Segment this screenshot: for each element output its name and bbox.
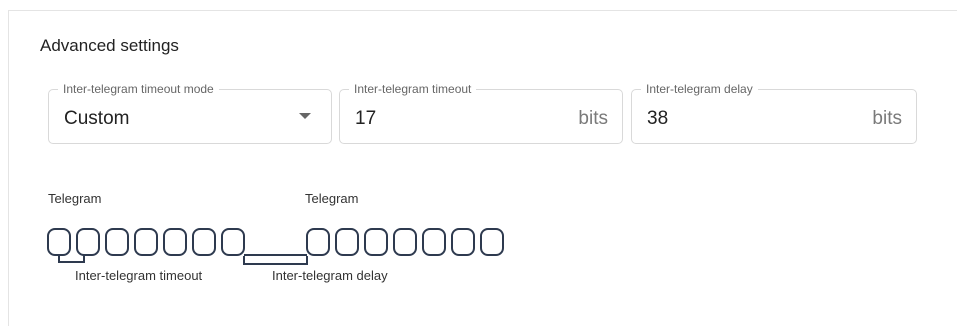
delay-bracket (243, 256, 308, 265)
telegram-2-bit (364, 228, 388, 256)
timeout-bracket (58, 255, 85, 263)
telegram-timing-diagram (47, 228, 504, 265)
telegram-1-bit (192, 228, 216, 256)
telegram-2-bit (335, 228, 359, 256)
telegram-2-bit (393, 228, 417, 256)
telegram-2-bit (422, 228, 446, 256)
telegram-1-bit (105, 228, 129, 256)
telegram-1-bit (76, 228, 100, 256)
telegram-1-bit (163, 228, 187, 256)
telegram-2-bit (480, 228, 504, 256)
telegram-2-bit (451, 228, 475, 256)
telegram-2-bit (306, 228, 330, 256)
telegram-1-bit (134, 228, 158, 256)
telegram-1-bit (221, 228, 245, 256)
telegram-1-bit (47, 228, 71, 256)
